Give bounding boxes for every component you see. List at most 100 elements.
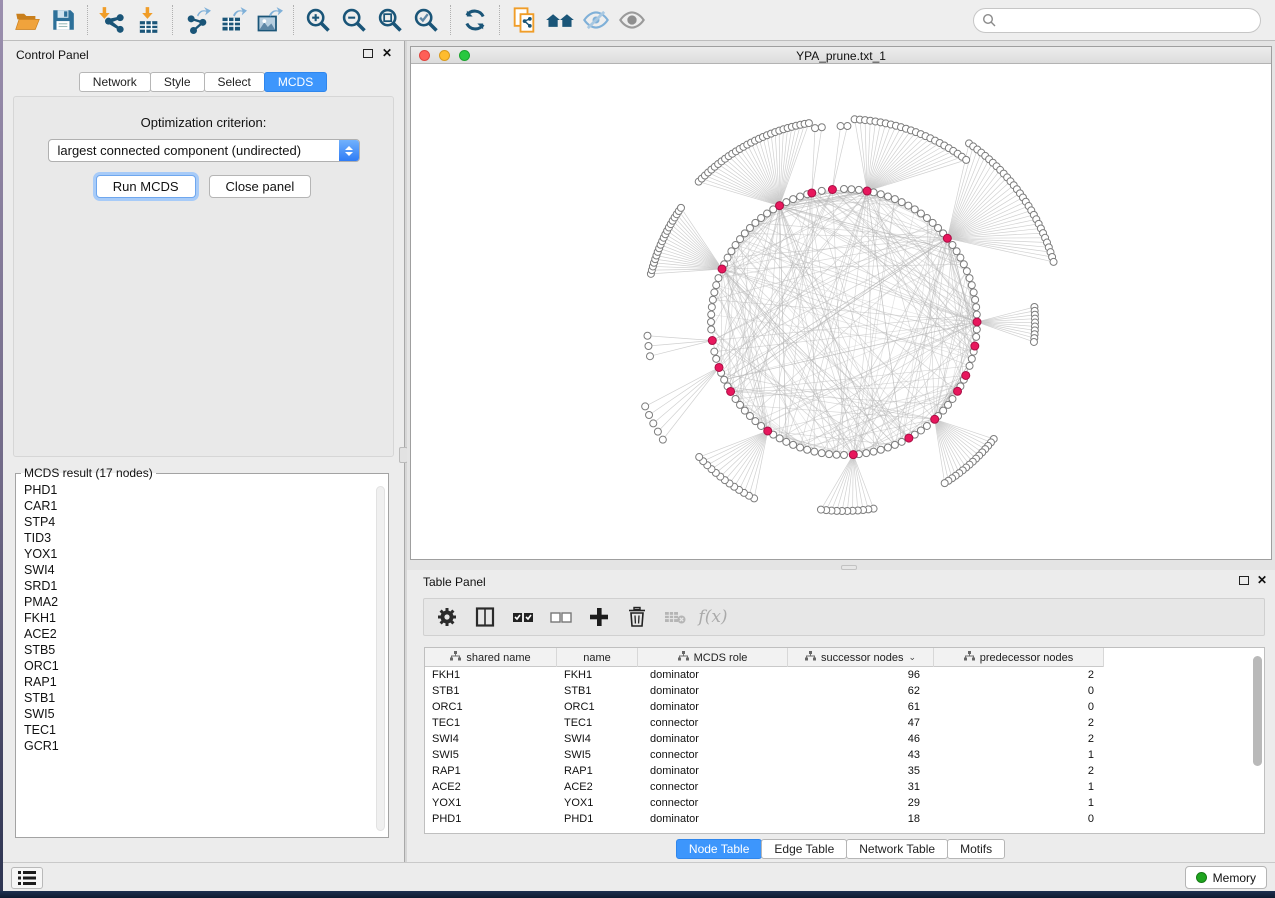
table-cell[interactable]: RAP1 (425, 763, 557, 779)
table-cell[interactable]: ORC1 (425, 699, 557, 715)
first-neighbors-icon[interactable] (542, 3, 578, 37)
criterion-dropdown[interactable]: largest connected component (undirected) (48, 139, 360, 162)
select-all-icon[interactable] (506, 601, 540, 633)
table-cell[interactable]: 96 (788, 667, 934, 683)
table-cell[interactable]: STB1 (557, 683, 638, 699)
close-panel-button[interactable]: Close panel (209, 175, 312, 198)
search-input[interactable] (973, 8, 1261, 33)
hide-selected-icon[interactable] (578, 3, 614, 37)
table-cell[interactable]: connector (638, 779, 788, 795)
table-cell[interactable]: PHD1 (425, 811, 557, 827)
mcds-result-item[interactable]: STP4 (24, 514, 372, 530)
tab-network[interactable]: Network (79, 72, 151, 92)
network-graph[interactable] (411, 64, 1271, 559)
table-cell[interactable]: ACE2 (557, 779, 638, 795)
table-cell[interactable]: connector (638, 795, 788, 811)
show-all-icon[interactable] (614, 3, 650, 37)
table-cell[interactable]: SWI4 (557, 731, 638, 747)
table-cell[interactable]: dominator (638, 763, 788, 779)
mcds-result-item[interactable]: SWI5 (24, 706, 372, 722)
table-cell[interactable]: 35 (788, 763, 934, 779)
table-row[interactable]: FKH1FKH1dominator962 (425, 667, 1264, 683)
mcds-result-item[interactable]: FKH1 (24, 610, 372, 626)
column-header-successor-nodes[interactable]: successor nodes⌄ (788, 648, 934, 667)
mcds-result-item[interactable]: SWI4 (24, 562, 372, 578)
table-cell[interactable]: SWI4 (425, 731, 557, 747)
table-cell[interactable]: 62 (788, 683, 934, 699)
column-header-predecessor-nodes[interactable]: predecessor nodes (934, 648, 1104, 667)
table-cell[interactable]: TEC1 (557, 715, 638, 731)
table-cell[interactable]: 47 (788, 715, 934, 731)
mcds-result-item[interactable]: STB5 (24, 642, 372, 658)
table-cell[interactable]: RAP1 (557, 763, 638, 779)
delete-icon[interactable] (620, 601, 654, 633)
columns-icon[interactable] (468, 601, 502, 633)
table-cell[interactable]: YOX1 (557, 795, 638, 811)
table-cell[interactable]: 43 (788, 747, 934, 763)
table-cell[interactable]: FKH1 (425, 667, 557, 683)
mcds-result-item[interactable]: TID3 (24, 530, 372, 546)
add-column-icon[interactable] (582, 601, 616, 633)
table-cell[interactable]: 18 (788, 811, 934, 827)
export-table-icon[interactable] (215, 3, 251, 37)
refresh-icon[interactable] (457, 3, 493, 37)
table-cell[interactable]: 0 (934, 699, 1104, 715)
mcds-result-item[interactable]: SRD1 (24, 578, 372, 594)
table-row[interactable]: PHD1PHD1dominator180 (425, 811, 1264, 827)
mcds-result-item[interactable]: YOX1 (24, 546, 372, 562)
table-cell[interactable]: 2 (934, 731, 1104, 747)
close-table-panel-icon[interactable]: ✕ (1257, 573, 1267, 587)
table-cell[interactable]: 29 (788, 795, 934, 811)
table-cell[interactable]: FKH1 (557, 667, 638, 683)
table-cell[interactable]: 0 (934, 811, 1104, 827)
table-cell[interactable]: 2 (934, 763, 1104, 779)
deselect-all-icon[interactable] (544, 601, 578, 633)
mcds-result-item[interactable]: ACE2 (24, 626, 372, 642)
import-table-icon[interactable] (130, 3, 166, 37)
table-row[interactable]: YOX1YOX1connector291 (425, 795, 1264, 811)
table-row[interactable]: ACE2ACE2connector311 (425, 779, 1264, 795)
table-cell[interactable]: SWI5 (425, 747, 557, 763)
table-cell[interactable]: 1 (934, 747, 1104, 763)
table-cell[interactable]: 0 (934, 683, 1104, 699)
task-history-button[interactable] (11, 867, 43, 889)
tab-mcds[interactable]: MCDS (264, 72, 327, 92)
table-cell[interactable]: ORC1 (557, 699, 638, 715)
table-cell[interactable]: 1 (934, 795, 1104, 811)
gear-icon[interactable] (430, 601, 464, 633)
memory-button[interactable]: Memory (1185, 866, 1267, 889)
mcds-result-item[interactable]: RAP1 (24, 674, 372, 690)
table-cell[interactable]: dominator (638, 731, 788, 747)
tab-edge-table[interactable]: Edge Table (761, 839, 847, 859)
tab-network-table[interactable]: Network Table (846, 839, 948, 859)
table-cell[interactable]: dominator (638, 683, 788, 699)
column-header-name[interactable]: name (557, 648, 638, 667)
table-scrollbar-thumb[interactable] (1253, 656, 1262, 766)
table-cell[interactable]: 2 (934, 715, 1104, 731)
table-row[interactable]: SWI5SWI5connector431 (425, 747, 1264, 763)
table-cell[interactable]: dominator (638, 667, 788, 683)
mcds-result-item[interactable]: PMA2 (24, 594, 372, 610)
table-cell[interactable]: ACE2 (425, 779, 557, 795)
table-row[interactable]: STB1STB1dominator620 (425, 683, 1264, 699)
table-cell[interactable]: SWI5 (557, 747, 638, 763)
table-cell[interactable]: dominator (638, 699, 788, 715)
table-row[interactable]: RAP1RAP1dominator352 (425, 763, 1264, 779)
zoom-in-icon[interactable] (300, 3, 336, 37)
import-network-icon[interactable] (94, 3, 130, 37)
table-cell[interactable]: TEC1 (425, 715, 557, 731)
mcds-list-scrollbar[interactable] (376, 486, 385, 831)
column-header-MCDS-role[interactable]: MCDS role (638, 648, 788, 667)
tab-select[interactable]: Select (204, 72, 265, 92)
open-file-icon[interactable] (9, 3, 45, 37)
table-cell[interactable]: 1 (934, 779, 1104, 795)
table-cell[interactable]: YOX1 (425, 795, 557, 811)
mcds-result-item[interactable]: CAR1 (24, 498, 372, 514)
table-cell[interactable]: connector (638, 747, 788, 763)
table-cell[interactable]: STB1 (425, 683, 557, 699)
network-view-titlebar[interactable]: YPA_prune.txt_1 (411, 47, 1271, 64)
zoom-selected-icon[interactable] (408, 3, 444, 37)
tab-node-table[interactable]: Node Table (676, 839, 763, 859)
zoom-fit-icon[interactable] (372, 3, 408, 37)
table-cell[interactable]: PHD1 (557, 811, 638, 827)
